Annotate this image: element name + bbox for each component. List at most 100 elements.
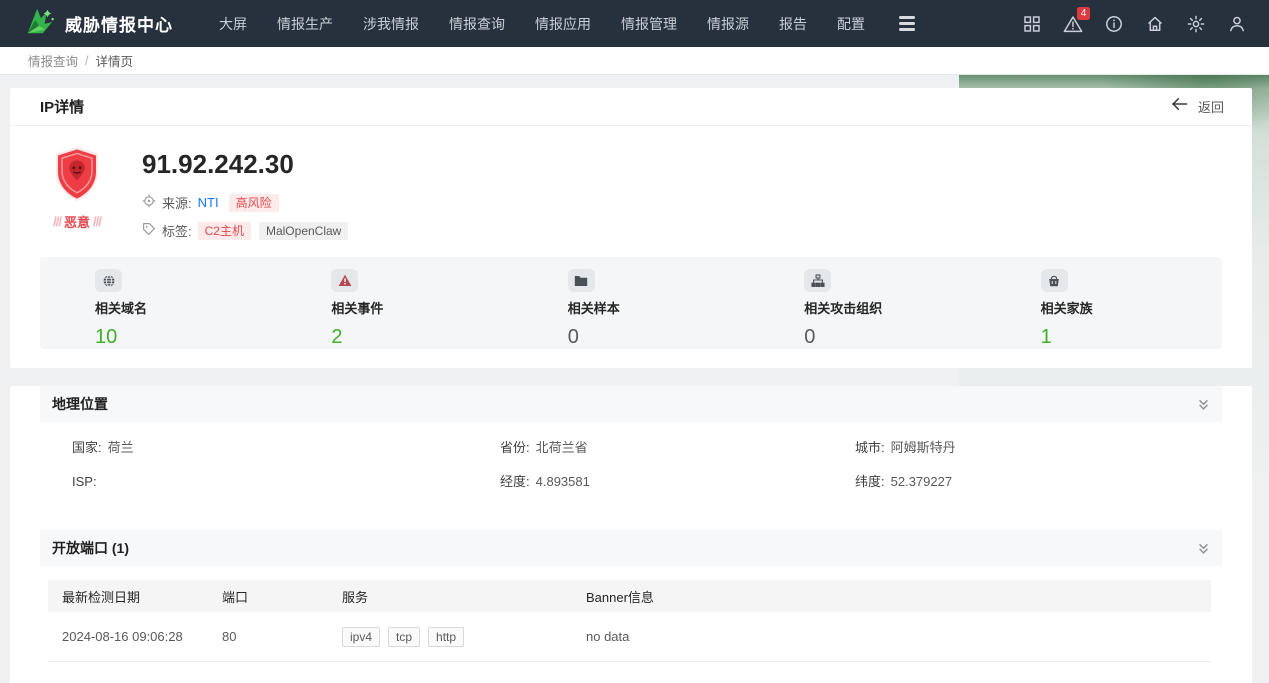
brand-title: 威胁情报中心 — [65, 11, 173, 36]
breadcrumb: 情报查询 / 详情页 — [0, 47, 1269, 75]
alert-triangle-icon[interactable]: 4 — [1063, 14, 1083, 34]
nav-item-3[interactable]: 情报查询 — [449, 14, 505, 34]
folder-icon — [568, 269, 595, 292]
source-link[interactable]: NTI — [198, 195, 219, 210]
column-header: Banner信息 — [572, 587, 1211, 606]
content: IP详情 返回 — [0, 88, 1269, 683]
service-chip: http — [428, 627, 464, 647]
cell-banner: no data — [572, 629, 1211, 644]
geo-field: ISP: — [72, 472, 500, 492]
geo-field-value: 52.379227 — [891, 472, 952, 492]
ip-address: 91.92.242.30 — [142, 149, 348, 179]
geo-section-header: 地理位置 — [40, 386, 1222, 422]
nav-item-0[interactable]: 大屏 — [219, 14, 247, 34]
nav-item-6[interactable]: 情报源 — [707, 14, 749, 34]
geo-field-value: 北荷兰省 — [536, 438, 588, 458]
info-circle-icon[interactable] — [1104, 14, 1124, 34]
tags-row: 标签: C2主机 MalOpenClaw — [142, 221, 348, 240]
cell-services: ipv4tcphttp — [328, 627, 572, 647]
gear-icon[interactable] — [1186, 14, 1206, 34]
geo-field-label: 省份: — [500, 438, 530, 458]
column-header: 端口 — [208, 587, 328, 606]
nav-item-4[interactable]: 情报应用 — [535, 14, 591, 34]
column-header: 最新检测日期 — [48, 587, 208, 606]
stat-label: 相关域名 — [95, 298, 276, 317]
stat-label: 相关样本 — [568, 298, 749, 317]
stat-item-2[interactable]: 相关样本0 — [513, 269, 749, 349]
user-icon[interactable] — [1227, 14, 1247, 34]
apps-grid-icon[interactable] — [1022, 14, 1042, 34]
ip-info: 91.92.242.30 来源: NTI 高风险 — [142, 147, 348, 257]
nav-item-1[interactable]: 情报生产 — [277, 14, 333, 34]
stat-label: 相关家族 — [1041, 298, 1222, 317]
geo-field-value: 荷兰 — [108, 438, 134, 458]
source-row: 来源: NTI 高风险 — [142, 193, 348, 212]
stat-label: 相关攻击组织 — [804, 298, 985, 317]
nav-item-5[interactable]: 情报管理 — [621, 14, 677, 34]
alert-triangle-icon — [331, 269, 358, 292]
ip-summary: /// 恶意 /// 91.92.242.30 来源: NTI — [10, 126, 1252, 257]
navbar-actions: 4 — [1022, 14, 1247, 34]
collapse-chevron-icon[interactable] — [1197, 542, 1210, 555]
org-chart-icon — [804, 269, 831, 292]
geo-field: 经度: 4.893581 — [500, 472, 855, 492]
brand[interactable]: 威胁情报中心 — [22, 5, 173, 42]
stat-value: 2 — [331, 326, 512, 349]
stat-value: 10 — [95, 326, 276, 349]
service-chip: ipv4 — [342, 627, 380, 647]
related-stats-band: 相关域名 10 相关事件 2相关样本0 相关攻击组织 0相关家族1 — [40, 257, 1222, 349]
geo-field-label: ISP: — [72, 472, 97, 492]
geo-field-value: 阿姆斯特丹 — [891, 438, 956, 458]
geo-fields: 国家: 荷兰 省份: 北荷兰省 城市: 阿姆斯特丹 ISP: 经度: 4.893581 纬度:52… — [72, 438, 1222, 492]
breadcrumb-separator: / — [85, 54, 88, 68]
ports-section-title: 开放端口 (1) — [52, 538, 129, 558]
geo-field: 纬度:52.379227 — [855, 472, 1222, 492]
threat-verdict: /// 恶意 /// — [38, 147, 116, 257]
top-navbar: 威胁情报中心 大屏 情报生产 涉我情报 情报查询 情报应用 情报管理 情报源 报告 配置 4 — [0, 0, 1269, 47]
source-label: 来源: — [162, 193, 192, 212]
family-icon — [1041, 269, 1068, 292]
column-header: 服务 — [328, 587, 572, 606]
malicious-label: /// 恶意 /// — [38, 212, 116, 231]
nav-item-7[interactable]: 报告 — [779, 14, 807, 34]
stat-item-4[interactable]: 相关家族1 — [986, 269, 1222, 349]
cell-date: 2024-08-16 09:06:28 — [48, 629, 208, 644]
main-nav: 大屏 情报生产 涉我情报 情报查询 情报应用 情报管理 情报源 报告 配置 — [219, 14, 865, 34]
card-header: IP详情 返回 — [10, 88, 1252, 126]
geo-field-value: 4.893581 — [536, 472, 590, 492]
globe-icon — [95, 269, 122, 292]
ip-tag: MalOpenClaw — [259, 222, 348, 240]
brand-logo-icon — [22, 5, 56, 42]
ports-table-header: 最新检测日期端口服务Banner信息 — [48, 580, 1211, 612]
geo-field: 省份: 北荷兰省 — [500, 438, 855, 458]
cell-port: 80 — [208, 629, 328, 644]
breadcrumb-item-current: 详情页 — [96, 51, 134, 70]
breadcrumb-item[interactable]: 情报查询 — [28, 51, 78, 70]
geo-field-label: 经度: — [500, 472, 530, 492]
geo-field-label: 城市: — [855, 438, 885, 458]
malicious-shield-icon — [52, 188, 102, 205]
menu-collapse-icon[interactable] — [899, 16, 915, 31]
home-icon[interactable] — [1145, 14, 1165, 34]
details-card: 地理位置 国家: 荷兰 省份: 北荷兰省 城市: 阿姆斯特丹 ISP: 经度: 4.893581… — [10, 386, 1252, 683]
ip-tag: C2主机 — [198, 222, 251, 240]
nav-item-8[interactable]: 配置 — [837, 14, 865, 34]
geo-field-label: 国家: — [72, 438, 102, 458]
nav-item-2[interactable]: 涉我情报 — [363, 14, 419, 34]
geo-field: 国家: 荷兰 — [72, 438, 500, 458]
stat-label: 相关事件 — [331, 298, 512, 317]
alert-count-badge: 4 — [1077, 7, 1090, 20]
back-button[interactable]: 返回 — [1170, 96, 1224, 117]
stat-item-1[interactable]: 相关事件 2 — [276, 269, 512, 349]
collapse-chevron-icon[interactable] — [1197, 398, 1210, 411]
stat-item-3[interactable]: 相关攻击组织 0 — [749, 269, 985, 349]
back-label: 返回 — [1198, 97, 1224, 116]
scope-icon — [142, 194, 156, 211]
back-arrow-icon — [1170, 96, 1189, 117]
table-row: 2024-08-16 09:06:2880ipv4tcphttpno data — [48, 612, 1211, 662]
stat-value: 0 — [804, 326, 985, 349]
geo-section-title: 地理位置 — [52, 394, 108, 414]
geo-field: 城市: 阿姆斯特丹 — [855, 438, 1222, 458]
tags-label: 标签: — [162, 221, 192, 240]
stat-item-0[interactable]: 相关域名 10 — [40, 269, 276, 349]
